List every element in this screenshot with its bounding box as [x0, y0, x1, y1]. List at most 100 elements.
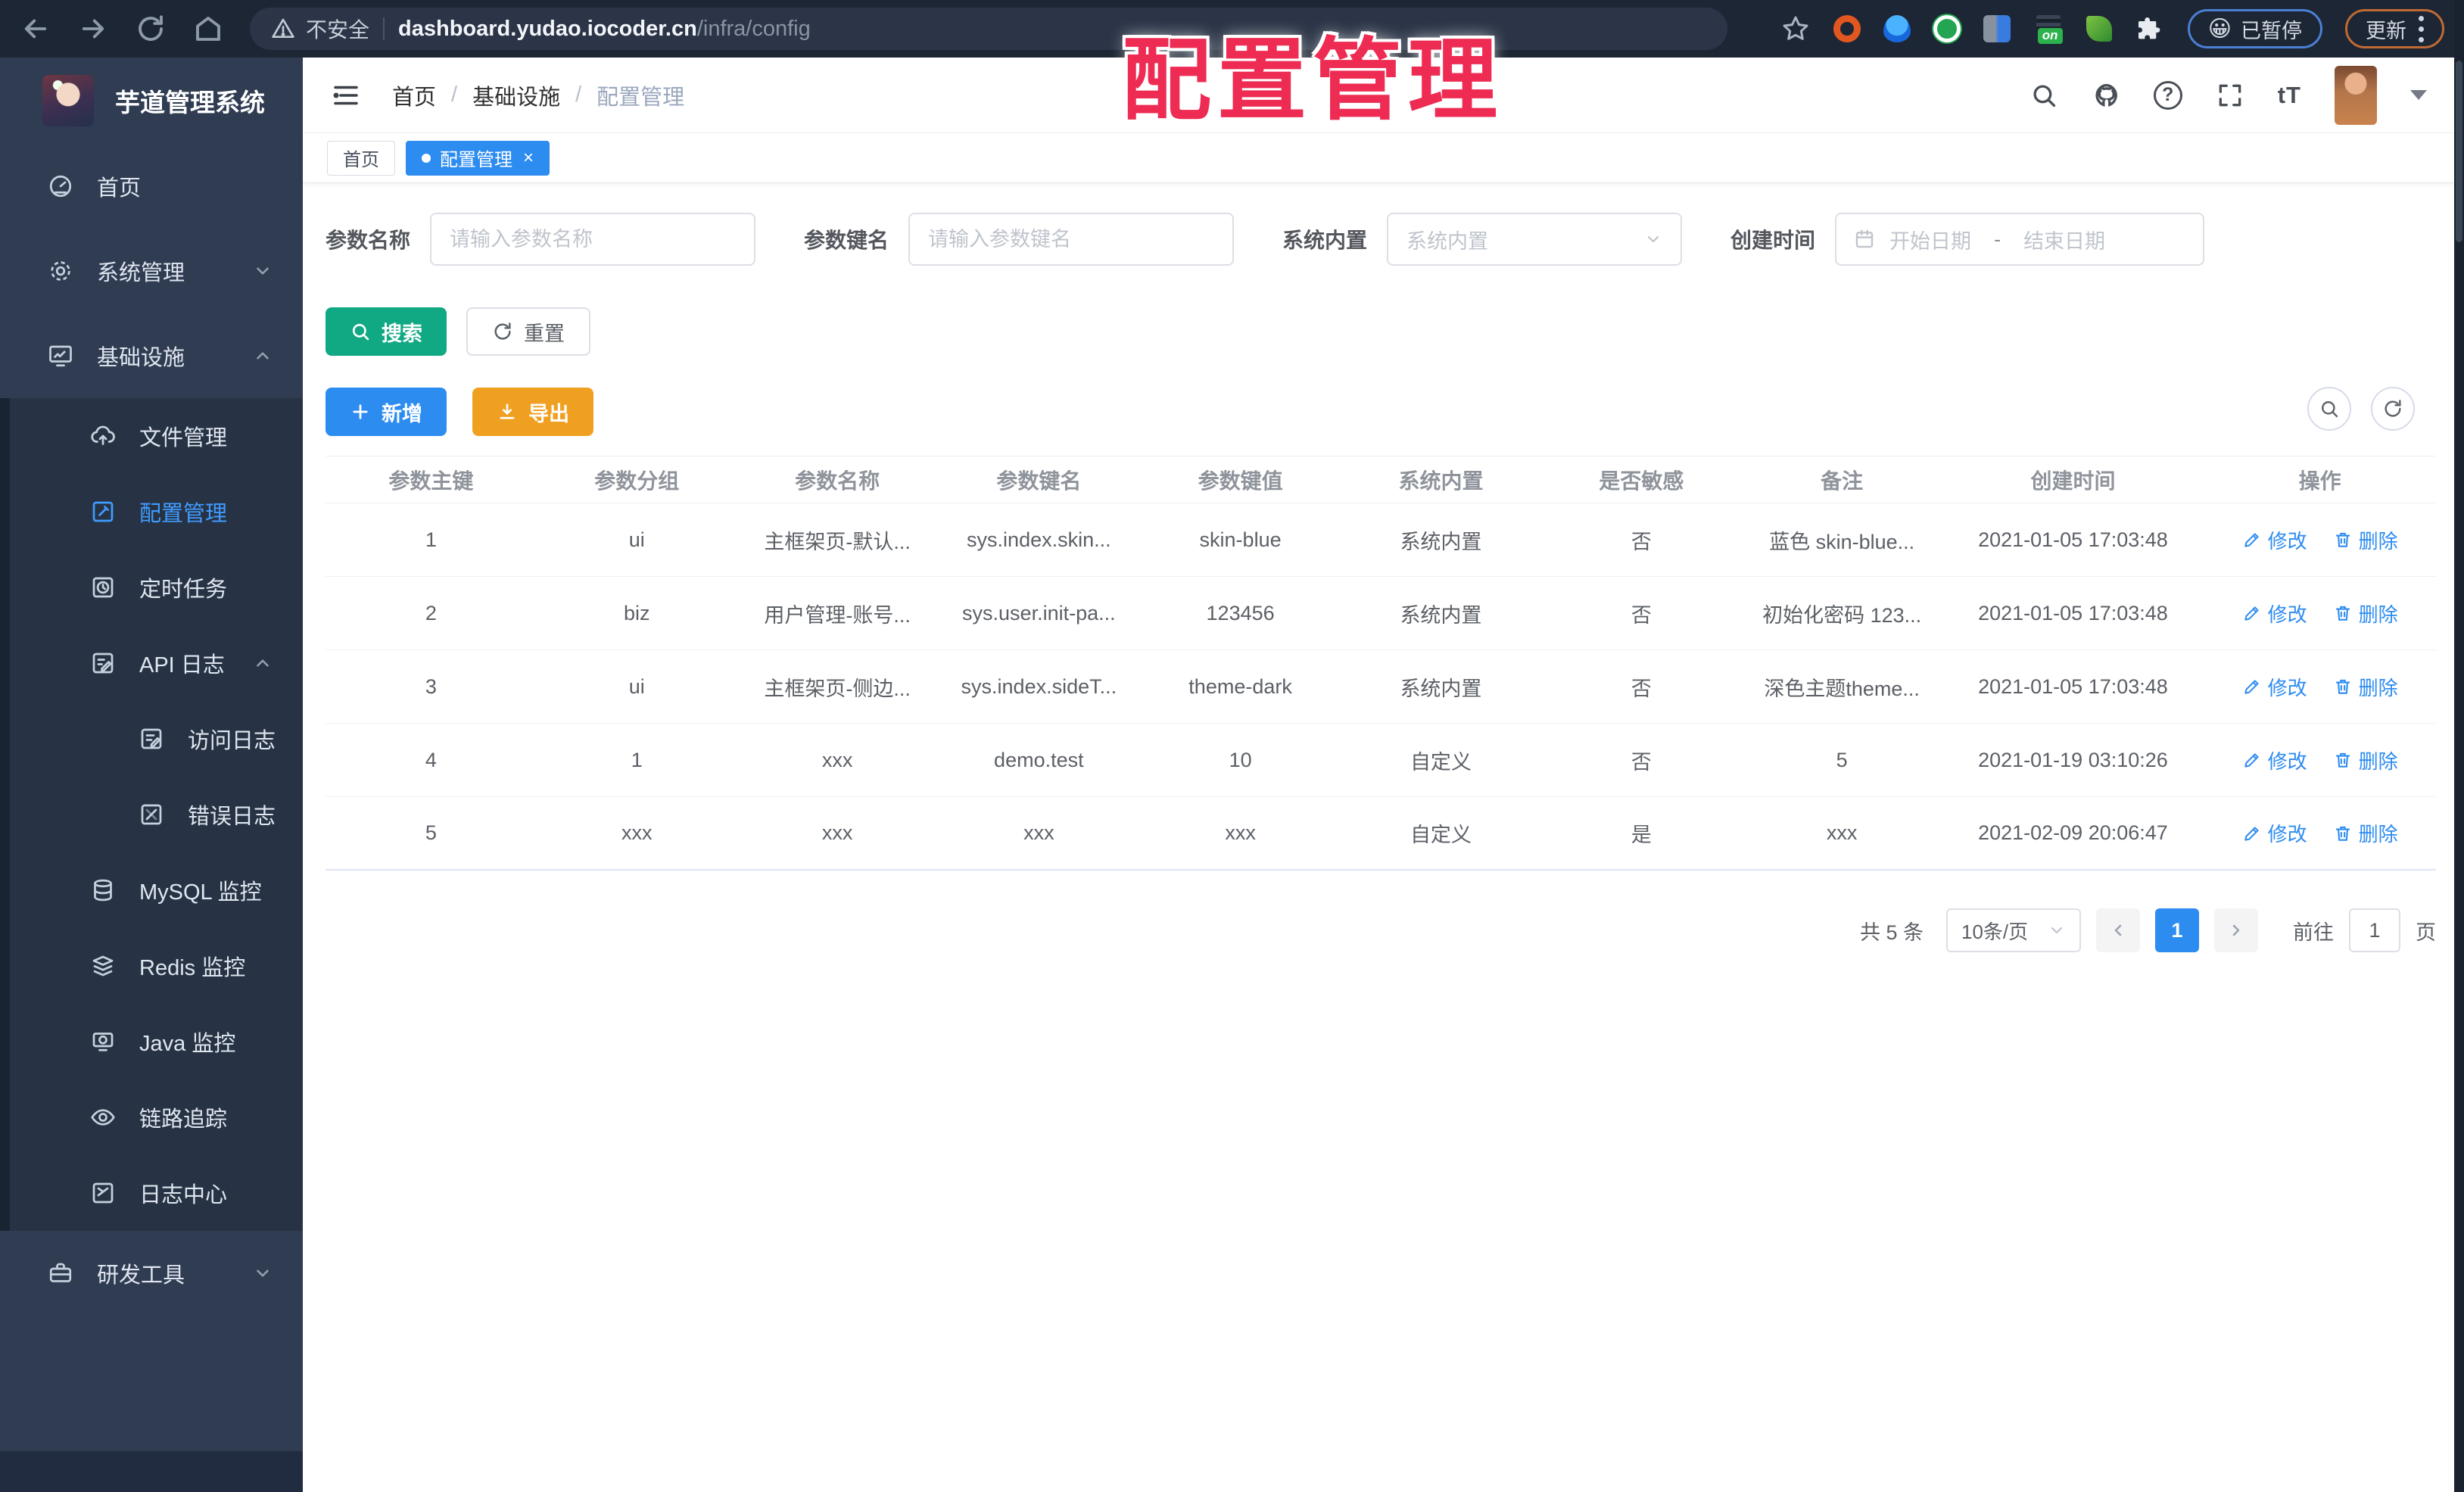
refresh-icon: [492, 321, 513, 342]
user-avatar[interactable]: [2335, 65, 2377, 125]
fullscreen-icon[interactable]: [2216, 81, 2244, 110]
filter-form: 参数名称 参数键名 系统内置 系统内置 创建时间 开始日期 - 结束日期: [326, 212, 2436, 266]
sidebar: 芋道管理系统 首页 系统管理 基础设施 文件管理 配置管理 定时任务 API 日…: [0, 58, 303, 1492]
avatar-caret-icon[interactable]: [2410, 90, 2427, 100]
sidebar-item-trace[interactable]: 链路追踪: [0, 1079, 303, 1155]
back-icon[interactable]: [20, 13, 51, 45]
browser-scrollbar[interactable]: [2454, 0, 2464, 1492]
filter-type-group: 系统内置 系统内置: [1282, 213, 1683, 266]
toggle-search-button[interactable]: [2307, 387, 2351, 431]
edit-pencil-icon: [2242, 677, 2262, 696]
filter-date-label: 创建时间: [1730, 229, 1816, 252]
refresh-table-button[interactable]: [2371, 387, 2415, 431]
filter-key-input[interactable]: [908, 213, 1235, 266]
grid-extension-icon[interactable]: [1983, 15, 2011, 42]
bookmark-star-icon[interactable]: [1780, 14, 1811, 44]
delete-link[interactable]: 删除: [2333, 673, 2398, 701]
sidebar-item-java-monitor[interactable]: Java 监控: [0, 1004, 303, 1079]
breadcrumb-current: 配置管理: [597, 85, 685, 110]
forward-icon[interactable]: [77, 13, 109, 45]
magnifier-icon: [350, 321, 371, 342]
browser-menu-icon[interactable]: [2419, 15, 2424, 42]
prev-page-button[interactable]: [2096, 908, 2140, 952]
infra-icon: [47, 342, 74, 369]
edit-link[interactable]: 修改: [2242, 673, 2307, 701]
edit-pencil-icon: [2242, 750, 2262, 770]
sidebar-item-file-manage[interactable]: 文件管理: [0, 398, 303, 474]
search-button[interactable]: 搜索: [326, 307, 447, 356]
sidebar-item-error-log[interactable]: 错误日志: [0, 777, 303, 852]
filter-key-group: 参数键名: [804, 213, 1235, 266]
edit-link[interactable]: 修改: [2242, 526, 2307, 554]
add-button[interactable]: 新增: [326, 388, 447, 436]
delete-link[interactable]: 删除: [2333, 819, 2398, 847]
sidebar-item-redis-monitor[interactable]: Redis 监控: [0, 928, 303, 1004]
download-icon: [497, 401, 518, 422]
edit-link[interactable]: 修改: [2242, 819, 2307, 847]
puzzle-extensions-icon[interactable]: [2135, 14, 2165, 44]
github-icon[interactable]: [2092, 81, 2120, 110]
help-icon[interactable]: [2153, 80, 2182, 110]
filter-daterange-picker[interactable]: 开始日期 - 结束日期: [1835, 213, 2205, 266]
search-icon[interactable]: [2029, 81, 2058, 110]
browser-topbar: 不安全 dashboard.yudao.iocoder.cn /infra/co…: [0, 0, 2464, 58]
reset-button[interactable]: 重置: [466, 307, 590, 356]
delete-link[interactable]: 删除: [2333, 600, 2398, 628]
security-warning-icon[interactable]: [271, 17, 295, 41]
tag-home[interactable]: 首页: [327, 140, 395, 176]
pin-extension-icon[interactable]: [1883, 15, 1911, 42]
magnifier-icon: [2319, 398, 2340, 419]
paused-label: 已暂停: [2241, 19, 2302, 42]
sidebar-item-job[interactable]: 定时任务: [0, 550, 303, 625]
delete-link[interactable]: 删除: [2333, 746, 2398, 774]
current-page-button[interactable]: 1: [2155, 908, 2199, 952]
sidebar-item-devtools[interactable]: 研发工具: [0, 1231, 303, 1316]
next-page-button[interactable]: [2214, 908, 2258, 952]
infra-submenu: 文件管理 配置管理 定时任务 API 日志 访问日志 错误日志 MySQL 监控: [0, 398, 303, 1231]
filter-key-label: 参数键名: [804, 229, 889, 252]
sidebar-item-infra[interactable]: 基础设施: [0, 313, 303, 398]
sidebar-item-config-manage[interactable]: 配置管理: [0, 474, 303, 550]
goto-page-input[interactable]: [2349, 908, 2400, 952]
app-logo: [42, 75, 94, 126]
leaf-extension-icon[interactable]: [2086, 16, 2112, 42]
config-table: 参数主键 参数分组 参数名称 参数键名 参数键值 系统内置 是否敏感 备注 创建…: [326, 456, 2436, 871]
export-button[interactable]: 导出: [472, 388, 593, 436]
sidebar-item-api-log[interactable]: API 日志: [0, 625, 303, 701]
hamburger-menu-icon[interactable]: [330, 79, 362, 111]
scrollbar-thumb[interactable]: [2456, 61, 2462, 242]
orange-extension-icon[interactable]: [1833, 15, 1861, 42]
sidebar-collapse-bar[interactable]: [0, 1451, 303, 1492]
breadcrumb-infra[interactable]: 基础设施: [472, 79, 560, 111]
tag-config-manage[interactable]: 配置管理: [406, 140, 550, 176]
green-extension-icon[interactable]: [1933, 15, 1961, 42]
font-size-icon[interactable]: [2278, 82, 2301, 109]
tags-view: 首页 配置管理: [303, 133, 2454, 183]
chevron-left-icon: [2109, 921, 2127, 939]
vpn-extension-icon[interactable]: on: [2033, 14, 2064, 44]
filter-name-input[interactable]: [430, 213, 756, 266]
paused-button[interactable]: 😀 已暂停: [2187, 9, 2322, 48]
page-size-select[interactable]: 10条/页: [1946, 908, 2081, 952]
breadcrumb-home[interactable]: 首页: [392, 79, 436, 111]
sidebar-item-system[interactable]: 系统管理: [0, 229, 303, 313]
trace-eye-icon: [89, 1104, 117, 1131]
sidebar-item-access-log[interactable]: 访问日志: [0, 701, 303, 777]
trash-icon: [2333, 530, 2353, 550]
address-bar[interactable]: 不安全 dashboard.yudao.iocoder.cn /infra/co…: [250, 8, 1727, 50]
trash-icon: [2333, 824, 2353, 843]
reload-icon[interactable]: [135, 13, 167, 45]
delete-link[interactable]: 删除: [2333, 526, 2398, 554]
home-icon[interactable]: [192, 13, 224, 45]
sidebar-item-home[interactable]: 首页: [0, 144, 303, 229]
edit-link[interactable]: 修改: [2242, 600, 2307, 628]
header-actions: [2029, 65, 2427, 125]
calendar-icon: [1853, 228, 1876, 251]
filter-type-select[interactable]: 系统内置: [1387, 213, 1683, 266]
update-button[interactable]: 更新: [2345, 9, 2444, 48]
tag-close-icon[interactable]: [523, 149, 534, 167]
app-title: 芋道管理系统: [115, 89, 265, 117]
sidebar-item-log-center[interactable]: 日志中心: [0, 1155, 303, 1231]
sidebar-item-mysql-monitor[interactable]: MySQL 监控: [0, 852, 303, 928]
edit-link[interactable]: 修改: [2242, 746, 2307, 774]
